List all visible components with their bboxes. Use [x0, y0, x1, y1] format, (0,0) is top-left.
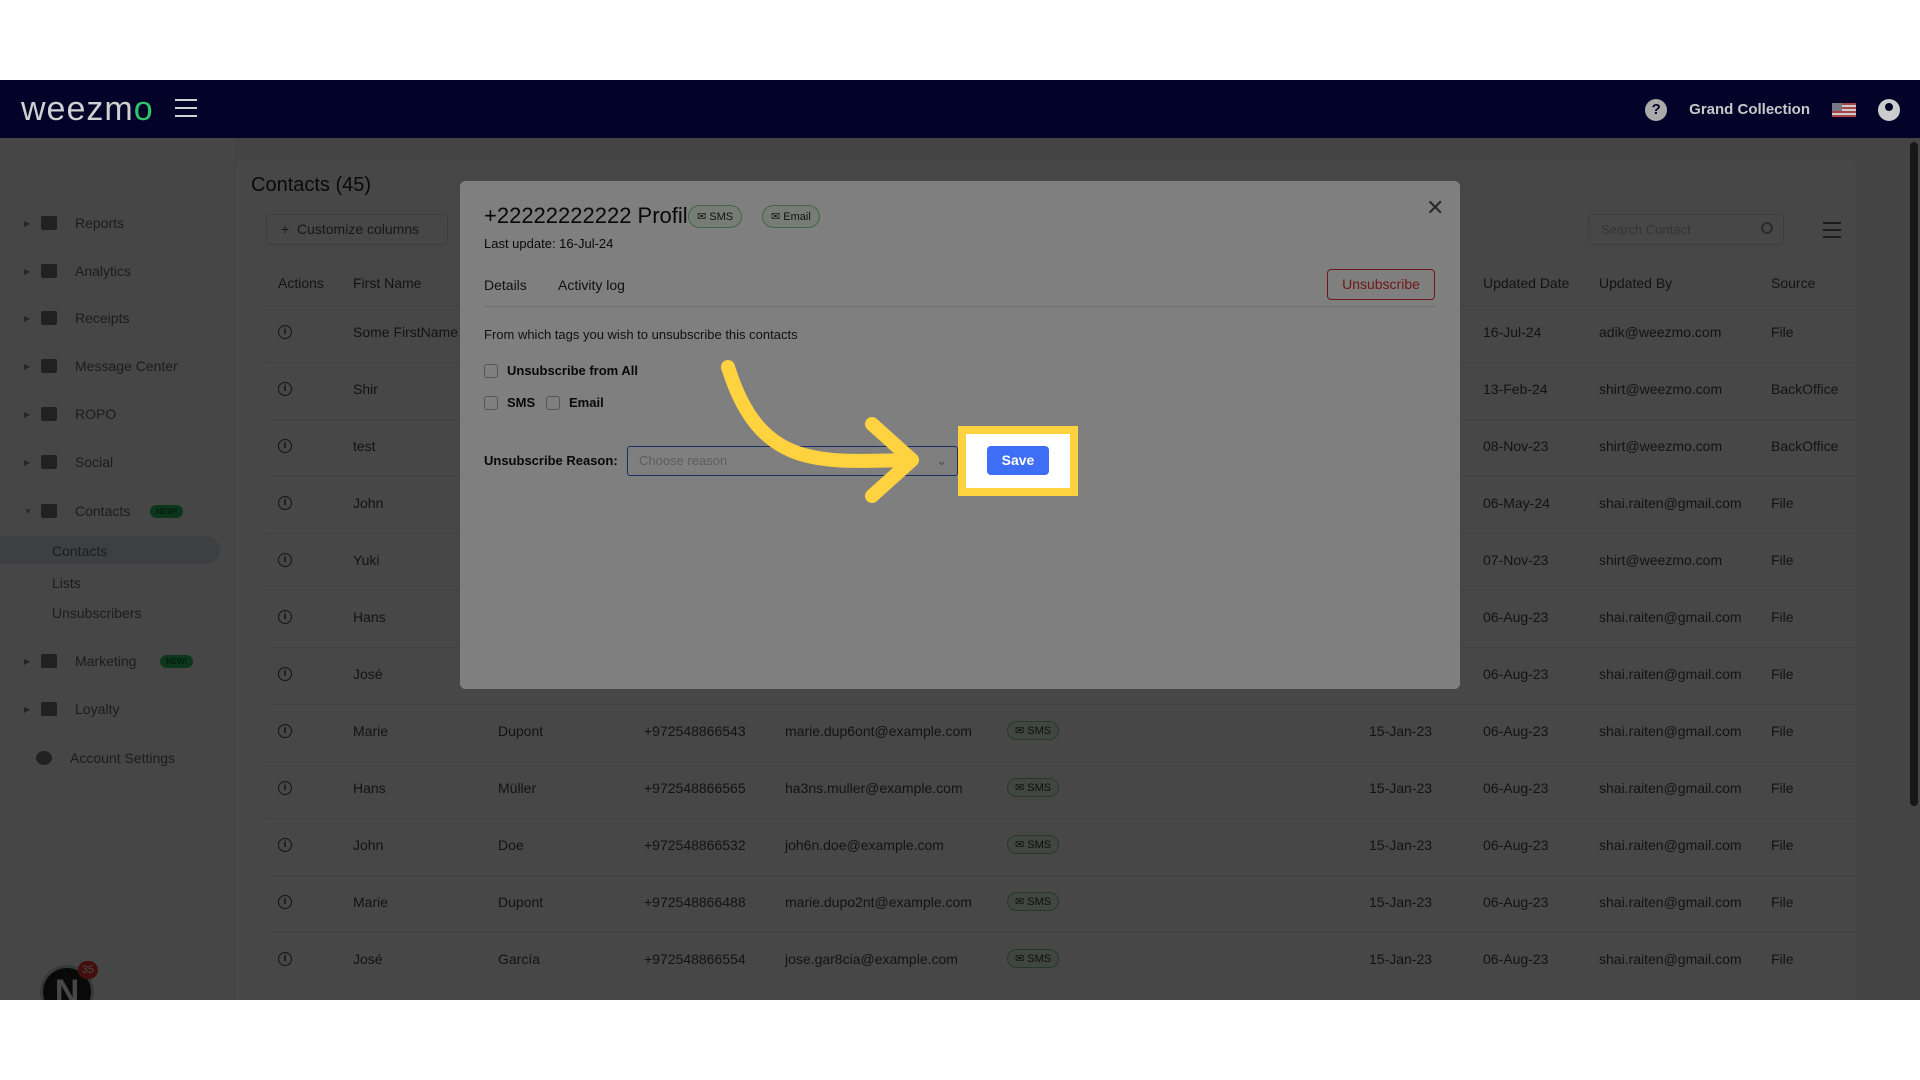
store-name[interactable]: Grand Collection: [1689, 101, 1810, 118]
reason-label: Unsubscribe Reason:: [484, 453, 618, 468]
email-label: Email: [569, 395, 604, 410]
unsubscribe-all-label: Unsubscribe from All: [507, 363, 638, 378]
top-header: weezmo ? Grand Collection: [0, 80, 1920, 139]
menu-icon[interactable]: [175, 99, 197, 117]
sms-label: SMS: [507, 395, 536, 410]
weezmo-logo[interactable]: weezmo: [21, 90, 154, 129]
unsubscribe-all-checkbox[interactable]: [484, 364, 498, 378]
sms-tag: ✉︎ SMS: [688, 205, 743, 228]
close-icon[interactable]: ✕: [1426, 195, 1444, 221]
email-checkbox[interactable]: [546, 396, 560, 410]
tab-details[interactable]: Details: [484, 277, 527, 293]
question-circle-icon[interactable]: ?: [1645, 98, 1668, 121]
sms-checkbox[interactable]: [484, 396, 498, 410]
user-circle-icon[interactable]: [1878, 98, 1900, 121]
save-button[interactable]: Save: [987, 446, 1049, 475]
last-update: Last update: 16-Jul-24: [484, 236, 614, 251]
email-tag: ✉ Email: [762, 205, 820, 228]
unsubscribe-button[interactable]: Unsubscribe: [1327, 269, 1435, 300]
modal-title: +22222222222 Profile:: [484, 203, 707, 228]
tab-activity-log[interactable]: Activity log: [558, 277, 625, 293]
unsubscribe-question: From which tags you wish to unsubscribe …: [484, 327, 798, 342]
us-flag-icon[interactable]: [1832, 102, 1856, 117]
divider: [484, 306, 1436, 307]
reason-select[interactable]: Choose reason ⌄: [627, 446, 958, 476]
chevron-down-icon: ⌄: [936, 453, 947, 468]
